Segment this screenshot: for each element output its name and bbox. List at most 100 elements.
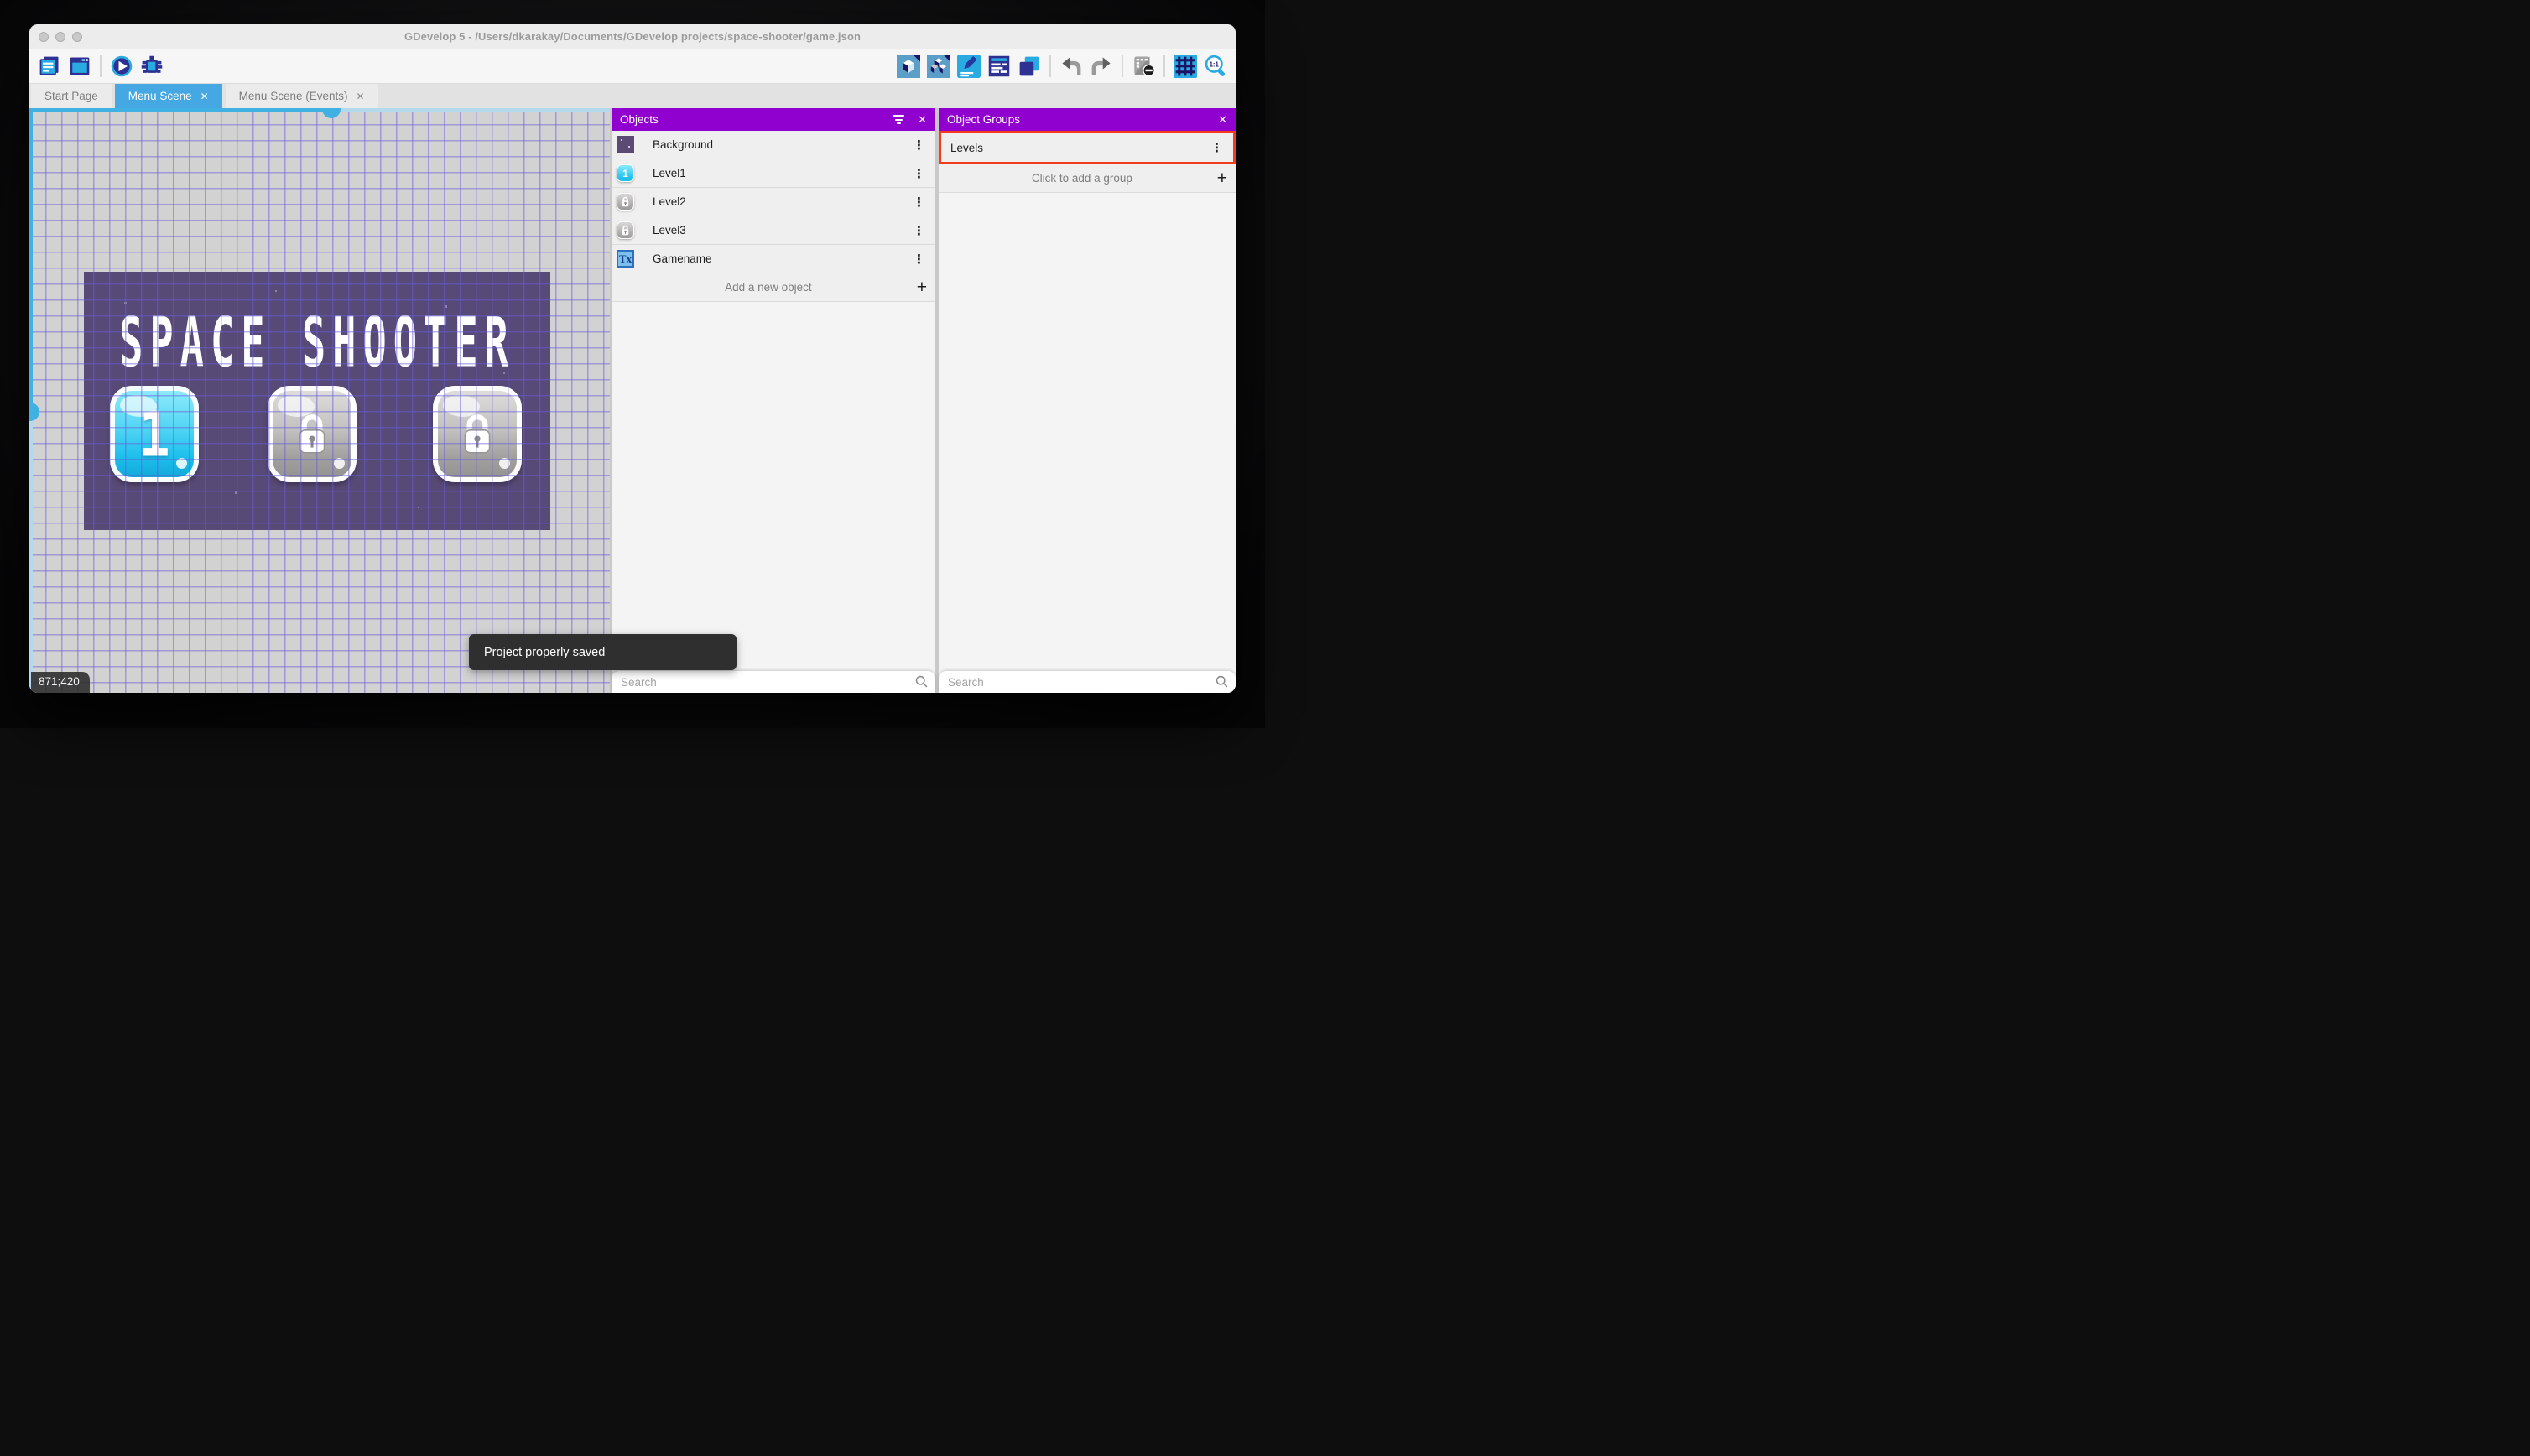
object-groups-panel: Object Groups ✕ Levels ⋮ Click to add a … — [939, 108, 1236, 693]
object-menu-button[interactable]: ⋮ — [909, 166, 929, 181]
game-title-text[interactable]: SPACE SHOOTER — [84, 303, 550, 383]
tab-label: Start Page — [44, 90, 98, 102]
level1-number: 1 — [138, 397, 170, 471]
layers-icon — [1019, 56, 1039, 76]
objects-panel-header: Objects ✕ — [612, 108, 935, 131]
pencil-edit-icon — [957, 55, 981, 78]
toggle-mask-button[interactable] — [1128, 51, 1158, 81]
object-groups-icon — [927, 55, 950, 78]
vertical-scroll-knob[interactable] — [29, 403, 39, 422]
plus-icon: + — [1216, 168, 1227, 188]
background-sprite[interactable]: SPACE SHOOTER 1 — [84, 272, 550, 530]
play-icon — [111, 55, 133, 77]
close-panel-icon[interactable]: ✕ — [918, 113, 927, 127]
object-row-gamename[interactable]: Tx Gamename ⋮ — [612, 245, 935, 273]
app-window: GDevelop 5 - /Users/dkarakay/Documents/G… — [29, 24, 1236, 693]
add-object-button[interactable]: Add a new object + — [612, 273, 935, 302]
properties-button[interactable] — [954, 51, 984, 81]
tab-label: Menu Scene — [128, 90, 192, 102]
horizontal-scroll-track[interactable] — [29, 108, 610, 112]
objects-panel-title: Objects — [620, 113, 659, 126]
tab-start-page[interactable]: Start Page — [31, 84, 112, 108]
object-groups-panel-header: Object Groups ✕ — [939, 108, 1236, 131]
filter-icon[interactable] — [893, 115, 905, 124]
level1-button-sprite[interactable]: 1 — [110, 386, 199, 482]
object-menu-button[interactable]: ⋮ — [909, 223, 929, 238]
text-object-thumbnail-icon: Tx — [617, 250, 634, 268]
title-bar: GDevelop 5 - /Users/dkarakay/Documents/G… — [29, 24, 1236, 49]
groups-search-input[interactable] — [939, 671, 1209, 693]
debugger-button[interactable] — [137, 51, 167, 81]
toolbar-divider — [1122, 55, 1123, 77]
object-groups-button[interactable] — [924, 51, 954, 81]
project-manager-icon — [39, 56, 59, 75]
mask-preview-icon — [1134, 56, 1155, 77]
lock-icon — [299, 413, 325, 454]
objects-panel-empty-area — [612, 302, 935, 671]
level2-thumbnail-icon — [617, 193, 634, 211]
close-tab-icon[interactable]: ✕ — [200, 91, 209, 102]
object-row-level3[interactable]: Level3 ⋮ — [612, 216, 935, 245]
level3-button-sprite[interactable] — [433, 386, 522, 482]
undo-button[interactable] — [1056, 51, 1086, 81]
group-menu-button[interactable]: ⋮ — [1207, 140, 1226, 155]
object-menu-button[interactable]: ⋮ — [909, 252, 929, 267]
object-menu-button[interactable]: ⋮ — [909, 195, 929, 210]
toolbar-divider — [100, 55, 102, 77]
add-group-button[interactable]: Click to add a group + — [939, 164, 1236, 193]
zoom-1-1-icon: 1:1 — [1205, 55, 1226, 76]
toggle-grid-button[interactable] — [1170, 51, 1200, 81]
editor-content: SPACE SHOOTER 1 871;420 Objects ✕ Backgr… — [29, 108, 1236, 693]
objects-search-input[interactable] — [612, 671, 908, 693]
screenshot-backdrop: GDevelop 5 - /Users/dkarakay/Documents/G… — [0, 0, 1265, 728]
zoom-original-button[interactable]: 1:1 — [1200, 51, 1231, 81]
project-manager-button[interactable] — [34, 51, 65, 81]
groups-search-bar — [939, 671, 1236, 693]
tab-menu-scene-events[interactable]: Menu Scene (Events) ✕ — [225, 84, 378, 108]
close-tab-icon[interactable]: ✕ — [356, 91, 364, 102]
cursor-coordinates: 871;420 — [31, 672, 90, 693]
main-toolbar: 1:1 — [29, 49, 1236, 84]
lock-icon — [464, 413, 491, 454]
background-thumbnail-icon — [617, 136, 634, 153]
redo-button[interactable] — [1086, 51, 1117, 81]
tab-menu-scene[interactable]: Menu Scene ✕ — [114, 84, 222, 108]
level3-thumbnail-icon — [617, 221, 634, 239]
scene-canvas[interactable]: SPACE SHOOTER 1 871;420 — [29, 108, 610, 693]
undo-icon — [1062, 57, 1081, 75]
groups-panel-empty-area — [939, 193, 1236, 671]
layers-button[interactable] — [1014, 51, 1044, 81]
instances-list-button[interactable] — [984, 51, 1014, 81]
object-row-level2[interactable]: Level2 ⋮ — [612, 188, 935, 216]
group-row-levels[interactable]: Levels ⋮ — [939, 131, 1236, 164]
object-groups-panel-title: Object Groups — [947, 113, 1021, 126]
object-menu-button[interactable]: ⋮ — [909, 138, 929, 153]
grid-icon — [1174, 55, 1197, 78]
level1-thumbnail-icon: 1 — [617, 164, 634, 182]
horizontal-scroll-knob[interactable] — [321, 108, 341, 118]
save-toast: Project properly saved — [469, 634, 737, 670]
svg-text:1:1: 1:1 — [1210, 60, 1220, 68]
object-cube-icon — [897, 55, 920, 78]
search-icon — [1216, 675, 1228, 688]
toolbar-divider — [1163, 55, 1165, 77]
close-panel-icon[interactable]: ✕ — [1218, 113, 1227, 127]
objects-editor-button[interactable] — [893, 51, 924, 81]
object-row-level1[interactable]: 1 Level1 ⋮ — [612, 159, 935, 188]
plus-icon: + — [916, 277, 927, 297]
instances-list-icon — [988, 55, 1010, 77]
redo-icon — [1091, 57, 1111, 75]
scene-editor-icon — [70, 57, 90, 75]
bug-icon — [141, 55, 163, 73]
objects-search-bar — [612, 671, 935, 693]
object-row-background[interactable]: Background ⋮ — [612, 131, 935, 159]
preview-play-button[interactable] — [107, 51, 137, 81]
scene-editor-button[interactable] — [65, 51, 95, 81]
level2-button-sprite[interactable] — [268, 386, 357, 482]
vertical-scroll-track[interactable] — [29, 108, 33, 693]
search-icon — [915, 675, 928, 688]
toolbar-divider — [1049, 55, 1051, 77]
window-title: GDevelop 5 - /Users/dkarakay/Documents/G… — [403, 30, 862, 43]
objects-panel: Objects ✕ Background ⋮ 1 Level1 ⋮ Level2… — [612, 108, 935, 693]
editor-tabs: Start Page Menu Scene ✕ Menu Scene (Even… — [29, 84, 1236, 108]
